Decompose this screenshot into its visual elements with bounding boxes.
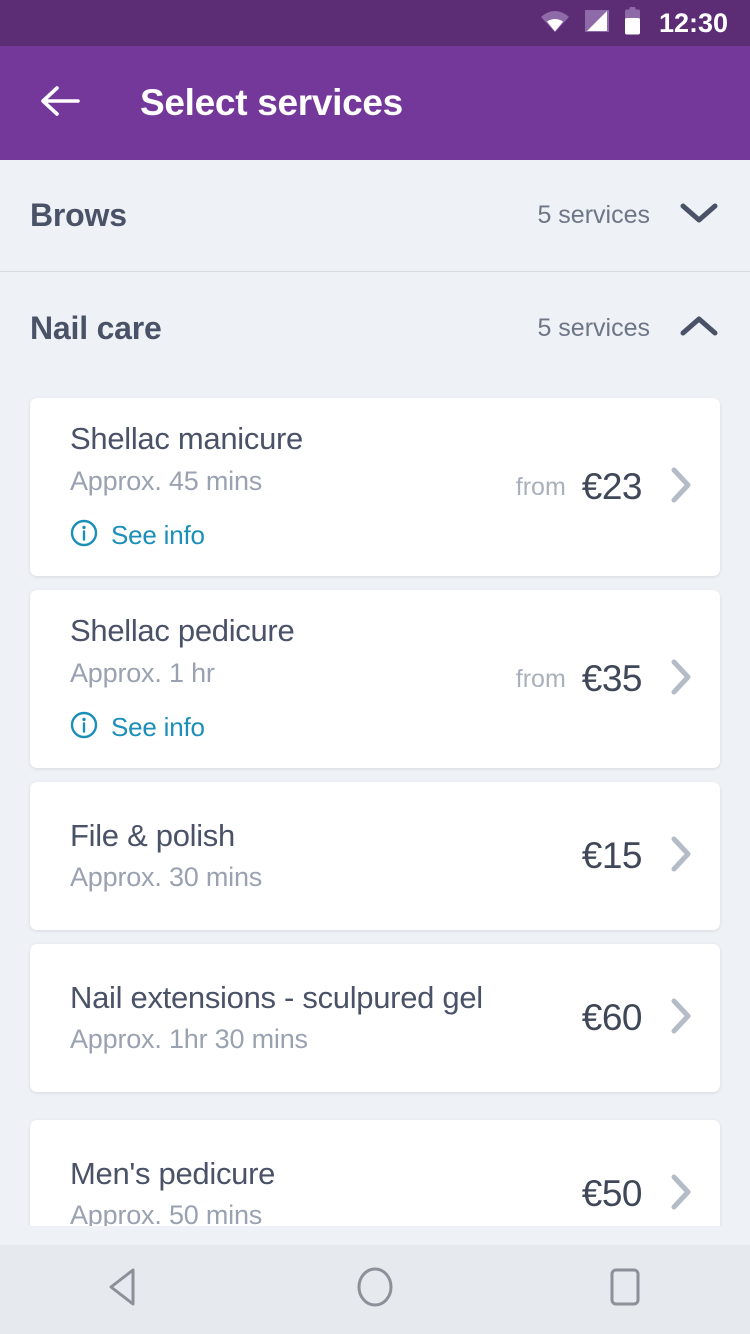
service-price-group: €15 — [582, 834, 694, 879]
phone-screen: 12:30 Select services Brows 5 services N… — [0, 0, 750, 1334]
section-service-count: 5 services — [537, 313, 650, 342]
section-service-count: 5 services — [537, 201, 650, 229]
service-price-group: €50 — [582, 1172, 694, 1217]
service-price-group: from €35 — [516, 657, 694, 702]
see-info-link[interactable]: See info — [70, 711, 205, 744]
section-title: Brows — [30, 197, 127, 233]
section-title: Nail care — [30, 309, 162, 346]
nav-back-button[interactable] — [0, 1245, 250, 1334]
service-duration: Approx. 50 mins — [70, 1200, 263, 1226]
service-info: Men's pedicure Approx. 50 mins — [70, 1155, 582, 1226]
service-name: Shellac pedicure — [70, 613, 295, 649]
chevron-right-icon[interactable] — [668, 996, 694, 1041]
service-info: Shellac pedicure Approx. 1 hr See info — [70, 613, 516, 744]
service-duration: Approx. 1hr 30 mins — [70, 1024, 308, 1055]
square-recents-icon — [605, 1265, 645, 1314]
nav-recents-button[interactable] — [500, 1245, 750, 1334]
service-price-group: €60 — [582, 996, 694, 1041]
info-icon — [70, 519, 98, 552]
service-info: File & polish Approx. 30 mins — [70, 817, 582, 894]
service-info: Nail extensions - sculpured gel Approx. … — [70, 979, 582, 1056]
wifi-icon — [540, 8, 570, 39]
service-info: Shellac manicure Approx. 45 mins See inf… — [70, 421, 516, 552]
service-card-clipped-wrapper: Men's pedicure Approx. 50 mins €50 — [0, 1106, 750, 1226]
circle-home-icon — [355, 1264, 395, 1315]
back-arrow-icon — [40, 84, 80, 123]
service-duration: Approx. 30 mins — [70, 862, 263, 893]
chevron-up-icon[interactable] — [678, 313, 720, 344]
back-button[interactable] — [32, 75, 88, 131]
see-info-link[interactable]: See info — [70, 519, 205, 552]
triangle-back-icon — [105, 1266, 145, 1313]
see-info-label: See info — [111, 519, 205, 550]
chevron-right-icon[interactable] — [668, 465, 694, 510]
nav-home-button[interactable] — [250, 1245, 500, 1334]
service-list: Shellac manicure Approx. 45 mins See inf… — [0, 398, 750, 1226]
section-header-nail-care[interactable]: Nail care 5 services — [0, 272, 750, 384]
service-card[interactable]: Shellac pedicure Approx. 1 hr See info f… — [30, 590, 720, 768]
section-header-brows[interactable]: Brows 5 services — [0, 160, 750, 272]
price-from-label: from — [515, 664, 566, 693]
page-title: Select services — [140, 82, 403, 123]
service-card[interactable]: Nail extensions - sculpured gel Approx. … — [30, 944, 720, 1092]
cellular-signal-icon — [584, 8, 610, 39]
price-from-label: from — [515, 472, 566, 501]
service-price: €23 — [581, 466, 643, 507]
chevron-right-icon[interactable] — [668, 834, 694, 879]
status-bar-clock: 12:30 — [658, 7, 728, 38]
service-duration: Approx. 45 mins — [70, 465, 263, 496]
battery-icon — [624, 6, 641, 40]
chevron-down-icon[interactable] — [678, 200, 720, 231]
chevron-right-icon[interactable] — [668, 657, 694, 702]
service-price: €15 — [581, 835, 643, 876]
service-card[interactable]: Men's pedicure Approx. 50 mins €50 — [30, 1120, 720, 1226]
service-card[interactable]: Shellac manicure Approx. 45 mins See inf… — [30, 398, 720, 576]
info-icon — [70, 711, 98, 744]
section-meta: 5 services — [537, 200, 720, 231]
service-name: Nail extensions - sculpured gel — [70, 979, 483, 1015]
service-name: Men's pedicure — [70, 1155, 276, 1191]
service-price-group: from €23 — [516, 465, 694, 510]
service-price: €35 — [581, 658, 643, 699]
android-nav-bar — [0, 1245, 750, 1334]
app-bar: Select services — [0, 46, 750, 160]
service-price: €50 — [581, 1173, 643, 1214]
status-bar: 12:30 — [0, 0, 750, 46]
chevron-right-icon[interactable] — [668, 1172, 694, 1217]
service-card[interactable]: File & polish Approx. 30 mins €15 — [30, 782, 720, 930]
service-name: Shellac manicure — [70, 421, 303, 457]
service-duration: Approx. 1 hr — [70, 657, 215, 688]
service-name: File & polish — [70, 817, 235, 853]
see-info-label: See info — [111, 711, 205, 742]
section-meta: 5 services — [537, 313, 720, 344]
service-price: €60 — [581, 997, 643, 1038]
